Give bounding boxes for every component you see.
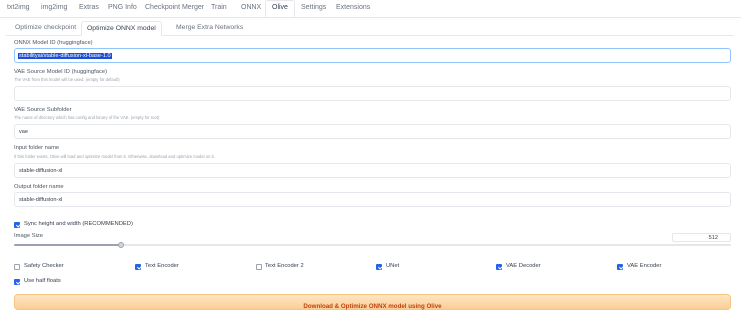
image-size-slider-thumb[interactable] — [117, 241, 124, 248]
vae-source-subfolder-label: VAE Source Subfolder — [14, 107, 72, 113]
tab-extras[interactable]: Extras — [79, 3, 99, 12]
vae-source-subfolder-hint: The name of directory which has config a… — [14, 115, 160, 120]
olive-sub-tab-bar: Optimize checkpoint Optimize ONNX model … — [6, 21, 734, 36]
input-folder-hint: If this folder exists, Olive will load a… — [14, 154, 215, 159]
tab-txt2img[interactable]: txt2img — [7, 3, 30, 12]
tab-png-info[interactable]: PNG Info — [108, 3, 137, 12]
vae-encoder-checkbox[interactable] — [617, 264, 623, 270]
output-folder-label: Output folder name — [14, 184, 64, 190]
output-folder-value: stable-diffusion-xl — [19, 196, 63, 203]
download-optimize-button-label: Download & Optimize ONNX model using Oli… — [303, 303, 442, 310]
tab-checkpoint-merger[interactable]: Checkpoint Merger — [145, 3, 204, 12]
onnx-model-id-label: ONNX Model ID (huggingface) — [14, 40, 93, 46]
half-floats-checkbox[interactable] — [14, 279, 20, 285]
image-size-label: Image Size — [14, 233, 43, 239]
vae-decoder-checkbox[interactable] — [496, 264, 502, 270]
unet-label: UNet — [386, 263, 400, 269]
tab-settings[interactable]: Settings — [301, 3, 326, 12]
tab-merge-extra-networks[interactable]: Merge Extra Networks — [176, 24, 243, 31]
download-optimize-button[interactable]: Download & Optimize ONNX model using Oli… — [14, 294, 731, 310]
input-folder-label: Input folder name — [14, 145, 60, 151]
image-size-slider[interactable] — [14, 241, 731, 248]
safety-checker-checkbox[interactable] — [14, 264, 20, 270]
tab-onnx[interactable]: ONNX — [241, 3, 261, 12]
tab-img2img[interactable]: img2img — [41, 3, 67, 12]
half-floats-label: Use half floats — [24, 278, 61, 284]
image-size-value: 512 — [708, 235, 718, 241]
tab-train[interactable]: Train — [211, 3, 227, 12]
onnx-model-id-value: stabilityai/stable-diffusion-xl-base-1.0 — [18, 52, 112, 59]
vae-source-model-id-hint: The VAE from this model will be used. (e… — [14, 77, 120, 82]
vae-source-subfolder-input[interactable]: vae — [14, 124, 731, 139]
vae-source-subfolder-value: vae — [19, 128, 29, 135]
unet-checkbox[interactable] — [376, 264, 382, 270]
text-encoder-2-checkbox[interactable] — [256, 264, 262, 270]
tab-optimize-checkpoint[interactable]: Optimize checkpoint — [15, 24, 76, 31]
safety-checker-label: Safety Checker — [24, 263, 64, 269]
sync-height-width-label: Sync height and width (RECOMMENDED) — [24, 221, 133, 227]
tab-optimize-onnx-model[interactable]: Optimize ONNX model — [81, 21, 162, 36]
text-encoder-checkbox[interactable] — [135, 264, 141, 270]
tab-olive[interactable]: Olive — [265, 0, 295, 17]
input-folder-value: stable-diffusion-xl — [19, 167, 63, 174]
vae-source-model-id-label: VAE Source Model ID (huggingface) — [14, 69, 108, 75]
vae-encoder-label: VAE Encoder — [627, 263, 662, 269]
sync-height-width-checkbox[interactable] — [14, 222, 20, 228]
image-size-number-input[interactable]: 512 — [672, 233, 731, 242]
image-size-slider-fill — [14, 244, 121, 246]
output-folder-input[interactable]: stable-diffusion-xl — [14, 192, 731, 207]
text-encoder-label: Text Encoder — [145, 263, 179, 269]
vae-decoder-label: VAE Decoder — [506, 263, 541, 269]
text-encoder-2-label: Text Encoder 2 — [265, 263, 304, 269]
onnx-model-id-input[interactable]: stabilityai/stable-diffusion-xl-base-1.0 — [14, 48, 731, 63]
main-tab-bar: txt2img img2img Extras PNG Info Checkpoi… — [0, 0, 741, 18]
tab-extensions[interactable]: Extensions — [336, 3, 370, 12]
vae-source-model-id-input[interactable] — [14, 86, 731, 101]
input-folder-input[interactable]: stable-diffusion-xl — [14, 163, 731, 178]
